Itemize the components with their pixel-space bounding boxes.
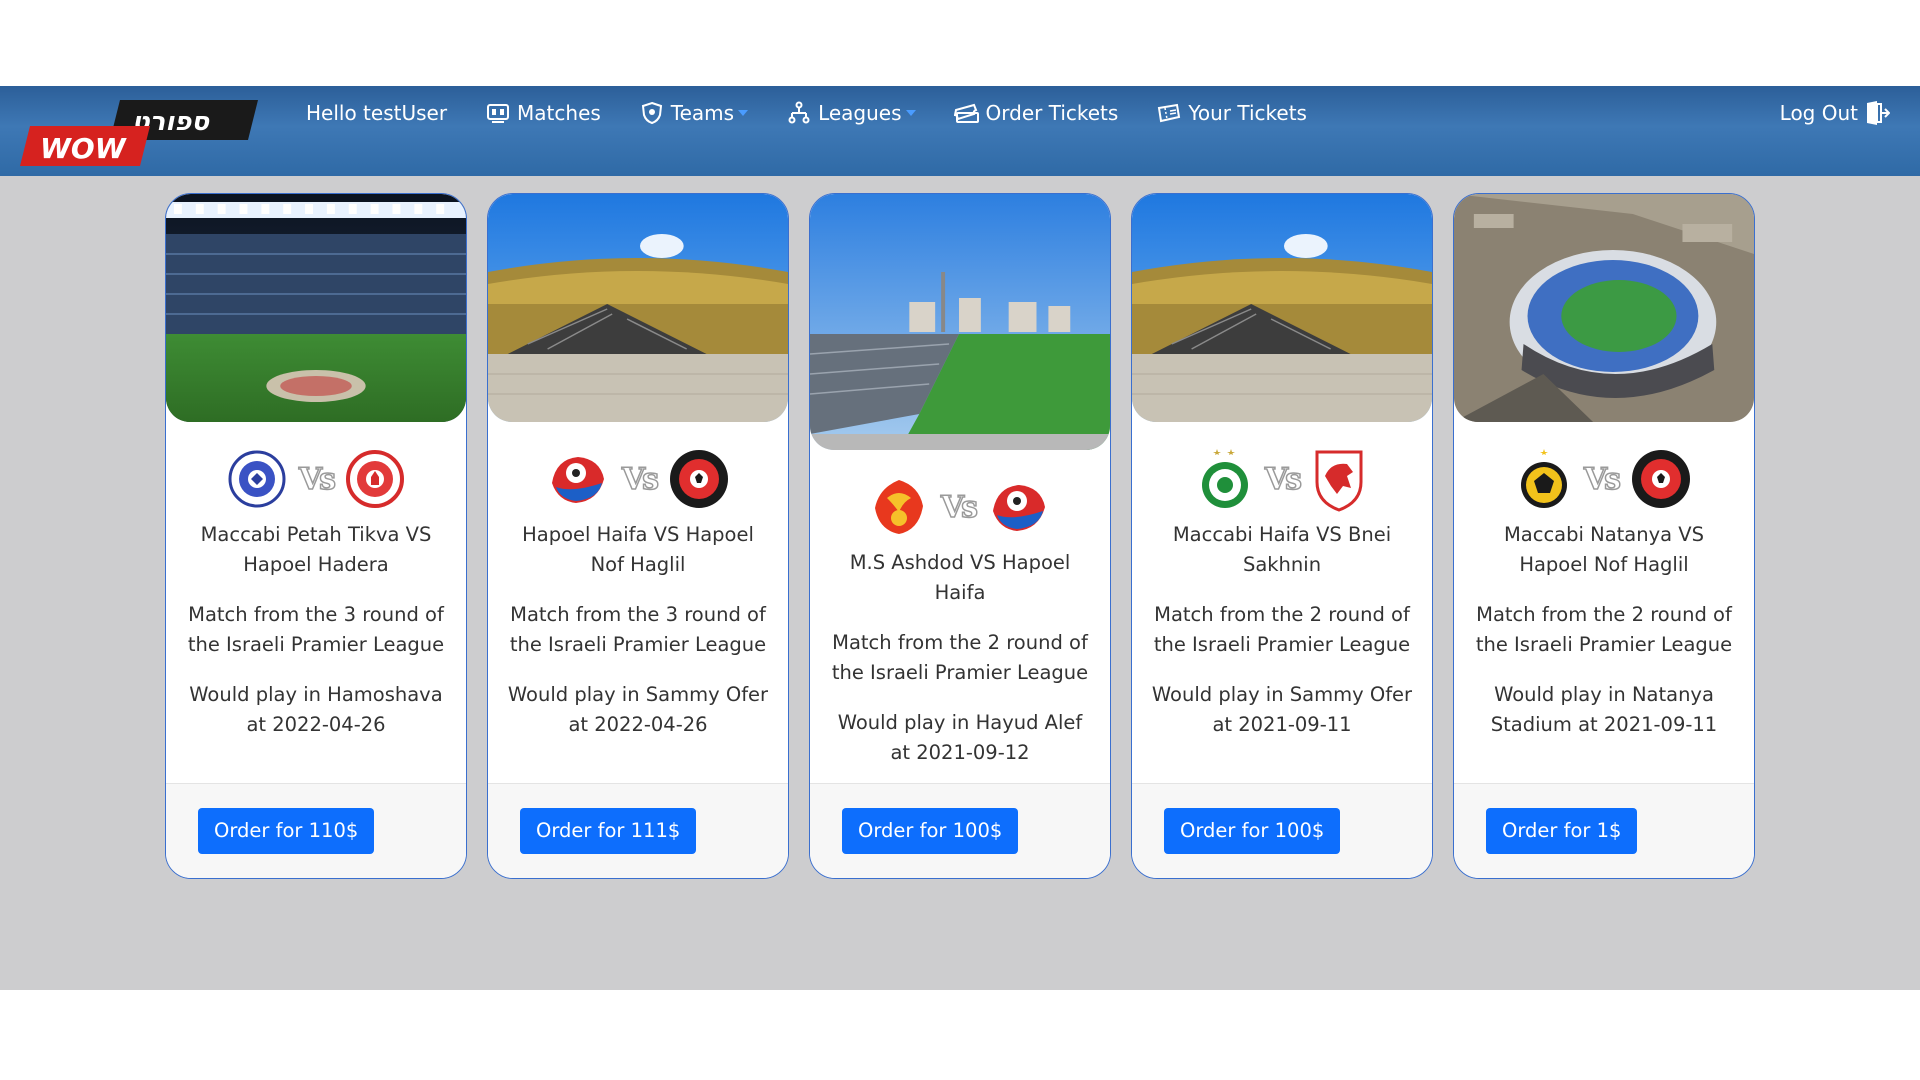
leagues-icon — [786, 100, 812, 126]
match-venue: Would play in Hamoshava at 2022-04-26 — [189, 683, 443, 736]
nav-greeting: Hello testUser — [306, 101, 447, 125]
chevron-down-icon — [738, 110, 749, 116]
card-footer: Order for 111$ — [488, 783, 788, 878]
match-venue: Would play in Natanya Stadium at 2021-09… — [1490, 683, 1718, 736]
card-footer: Order for 100$ — [810, 783, 1110, 878]
nav-item-leagues[interactable]: Leagues — [786, 100, 916, 126]
card-footer: Order for 1$ — [1454, 783, 1754, 878]
team-logos: Vs — [1132, 446, 1432, 512]
logout-label: Log Out — [1779, 101, 1858, 125]
bottom-blank-area — [0, 990, 1920, 1080]
your-tickets-icon — [1156, 100, 1182, 126]
match-cards: Vs Maccabi Petah Tikva VS Hapoel Hadera … — [165, 193, 1775, 879]
vs-label: Vs — [940, 489, 979, 526]
stadium-image — [488, 194, 788, 422]
match-title: Hapoel Haifa VS Hapoel Nof Haglil — [522, 523, 754, 576]
match-title: Maccabi Haifa VS Bnei Sakhnin — [1172, 523, 1392, 576]
vs-label: Vs — [621, 461, 660, 498]
hapoel-nof-haglil-logo — [670, 450, 729, 508]
hapoel-hadera-logo — [346, 450, 405, 508]
nav-item-label: Order Tickets — [985, 101, 1119, 125]
nav-item-label: Matches — [517, 101, 601, 125]
order-button[interactable]: Order for 100$ — [842, 808, 1019, 854]
stadium-image — [810, 194, 1110, 450]
stadium-image — [1454, 194, 1754, 422]
match-description: Match from the 2 round of the Israeli Pr… — [1475, 603, 1733, 656]
bnei-sakhnin-logo — [1315, 450, 1363, 512]
nav-item-label: Teams — [670, 101, 735, 125]
hapoel-nof-haglil-logo — [1632, 450, 1691, 508]
nav-item-label: Leagues — [818, 101, 902, 125]
logout-button[interactable]: Log Out — [1780, 86, 1890, 140]
logout-icon — [1864, 100, 1890, 126]
matches-icon — [485, 100, 511, 126]
ms-ashdod-logo — [874, 480, 923, 534]
hapoel-haifa-logo — [993, 485, 1046, 531]
match-card: Vs M.S Ashdod VS Hapoel Haifa Match from… — [809, 193, 1111, 879]
match-card: Vs Hapoel Haifa VS Hapoel Nof Haglil Mat… — [487, 193, 789, 879]
order-tickets-icon — [953, 100, 980, 126]
site-logo[interactable]: ספורט WOW — [20, 96, 260, 166]
match-title: M.S Ashdod VS Hapoel Haifa — [849, 551, 1071, 604]
nav-item-order-tickets[interactable]: Order Tickets — [953, 100, 1119, 126]
match-venue: Would play in Sammy Ofer at 2022-04-26 — [507, 683, 769, 736]
maccabi-haifa-logo — [1201, 449, 1248, 508]
match-card: Vs Maccabi Haifa VS Bnei Sakhnin Match f… — [1131, 193, 1433, 879]
vs-label: Vs — [1264, 461, 1303, 498]
navbar: ספורט WOW Hello testUser Matches Teams L — [0, 86, 1920, 176]
chevron-down-icon — [905, 110, 916, 116]
team-logos: Vs — [166, 446, 466, 512]
team-logos: Vs — [810, 474, 1110, 540]
order-button[interactable]: Order for 110$ — [198, 808, 375, 854]
vs-label: Vs — [1583, 461, 1622, 498]
stadium-image — [166, 194, 466, 422]
top-blank-area — [0, 0, 1920, 86]
nav-links: Hello testUser Matches Teams Leagues Ord… — [306, 86, 1345, 140]
teams-icon — [639, 100, 665, 126]
card-footer: Order for 110$ — [166, 783, 466, 878]
card-footer: Order for 100$ — [1132, 783, 1432, 878]
match-card: Vs Maccabi Natanya VS Hapoel Nof Haglil … — [1453, 193, 1755, 879]
maccabi-petah-tikva-logo — [228, 450, 286, 508]
match-description: Match from the 3 round of the Israeli Pr… — [187, 603, 445, 656]
team-logos: Vs — [1454, 446, 1754, 512]
match-title: Maccabi Petah Tikva VS Hapoel Hadera — [200, 523, 432, 576]
vs-label: Vs — [298, 461, 337, 498]
greeting-label: Hello testUser — [306, 101, 448, 125]
match-description: Match from the 2 round of the Israeli Pr… — [1153, 603, 1411, 656]
stadium-image — [1132, 194, 1432, 422]
match-venue: Would play in Hayud Alef at 2021-09-12 — [837, 711, 1083, 764]
order-button[interactable]: Order for 111$ — [520, 808, 697, 854]
nav-item-teams[interactable]: Teams — [639, 100, 749, 126]
match-venue: Would play in Sammy Ofer at 2021-09-11 — [1151, 683, 1413, 736]
order-button[interactable]: Order for 100$ — [1164, 808, 1341, 854]
matches-area: Vs Maccabi Petah Tikva VS Hapoel Hadera … — [0, 176, 1920, 990]
team-logos: Vs — [488, 446, 788, 512]
nav-item-label: Your Tickets — [1188, 101, 1307, 125]
nav-item-matches[interactable]: Matches — [485, 100, 601, 126]
match-description: Match from the 2 round of the Israeli Pr… — [831, 631, 1089, 684]
nav-item-your-tickets[interactable]: Your Tickets — [1156, 100, 1307, 126]
order-button[interactable]: Order for 1$ — [1486, 808, 1638, 854]
match-description: Match from the 3 round of the Israeli Pr… — [509, 603, 767, 656]
hapoel-haifa-logo — [551, 457, 604, 503]
match-title: Maccabi Natanya VS Hapoel Nof Haglil — [1503, 523, 1705, 576]
svg-text:WOW: WOW — [40, 132, 127, 165]
match-card: Vs Maccabi Petah Tikva VS Hapoel Hadera … — [165, 193, 467, 879]
maccabi-natanya-logo — [1520, 449, 1567, 508]
